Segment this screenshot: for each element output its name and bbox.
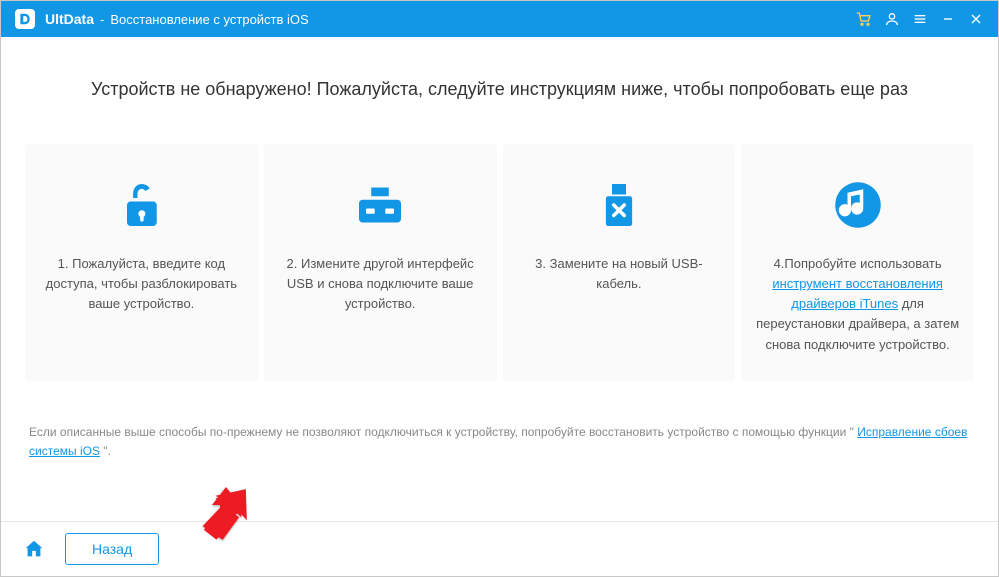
minimize-button[interactable]: [934, 1, 962, 37]
titlebar: UltData - Восстановление с устройств iOS: [1, 1, 998, 37]
user-icon: [884, 11, 900, 27]
tip-text-prefix: 4.Попробуйте использовать: [774, 256, 942, 271]
close-button[interactable]: [962, 1, 990, 37]
bottom-note: Если описанные выше способы по-прежнему …: [25, 423, 974, 461]
tip-text: 1. Пожалуйста, введите код доступа, чтоб…: [39, 254, 244, 314]
title-separator: -: [100, 12, 104, 27]
cart-icon: [856, 11, 872, 27]
footer-bar: Назад: [1, 521, 998, 576]
music-disc-icon: [755, 166, 960, 244]
home-button[interactable]: [19, 534, 49, 564]
hamburger-icon: [912, 11, 928, 27]
minimize-icon: [940, 11, 956, 27]
tip-card-4: 4.Попробуйте использовать инструмент вос…: [741, 144, 974, 381]
app-logo: [15, 9, 35, 29]
close-icon: [968, 11, 984, 27]
main-content: Устройств не обнаружено! Пожалуйста, сле…: [1, 37, 998, 521]
account-button[interactable]: [878, 1, 906, 37]
tip-card-2: 2. Измените другой интерфейс USB и снова…: [264, 144, 497, 381]
bottom-note-suffix: ".: [100, 444, 111, 458]
cart-button[interactable]: [850, 1, 878, 37]
app-name: UltData: [45, 11, 94, 27]
tip-text: 2. Измените другой интерфейс USB и снова…: [278, 254, 483, 314]
window-subtitle: Восстановление с устройств iOS: [110, 12, 308, 27]
unlock-icon: [39, 166, 244, 244]
page-headline: Устройств не обнаружено! Пожалуйста, сле…: [25, 79, 974, 100]
tips-row: 1. Пожалуйста, введите код доступа, чтоб…: [25, 144, 974, 381]
back-button[interactable]: Назад: [65, 533, 159, 565]
home-icon: [23, 538, 45, 560]
usb-cancel-icon: [517, 166, 722, 244]
tip-text: 3. Замените на новый USB-кабель.: [517, 254, 722, 294]
app-window: UltData - Восстановление с устройств iOS…: [0, 0, 999, 577]
tip-card-3: 3. Замените на новый USB-кабель.: [503, 144, 736, 381]
tip-card-1: 1. Пожалуйста, введите код доступа, чтоб…: [25, 144, 258, 381]
tip-text: 4.Попробуйте использовать инструмент вос…: [755, 254, 960, 355]
bottom-note-prefix: Если описанные выше способы по-прежнему …: [29, 425, 857, 439]
menu-button[interactable]: [906, 1, 934, 37]
usb-hub-icon: [278, 166, 483, 244]
